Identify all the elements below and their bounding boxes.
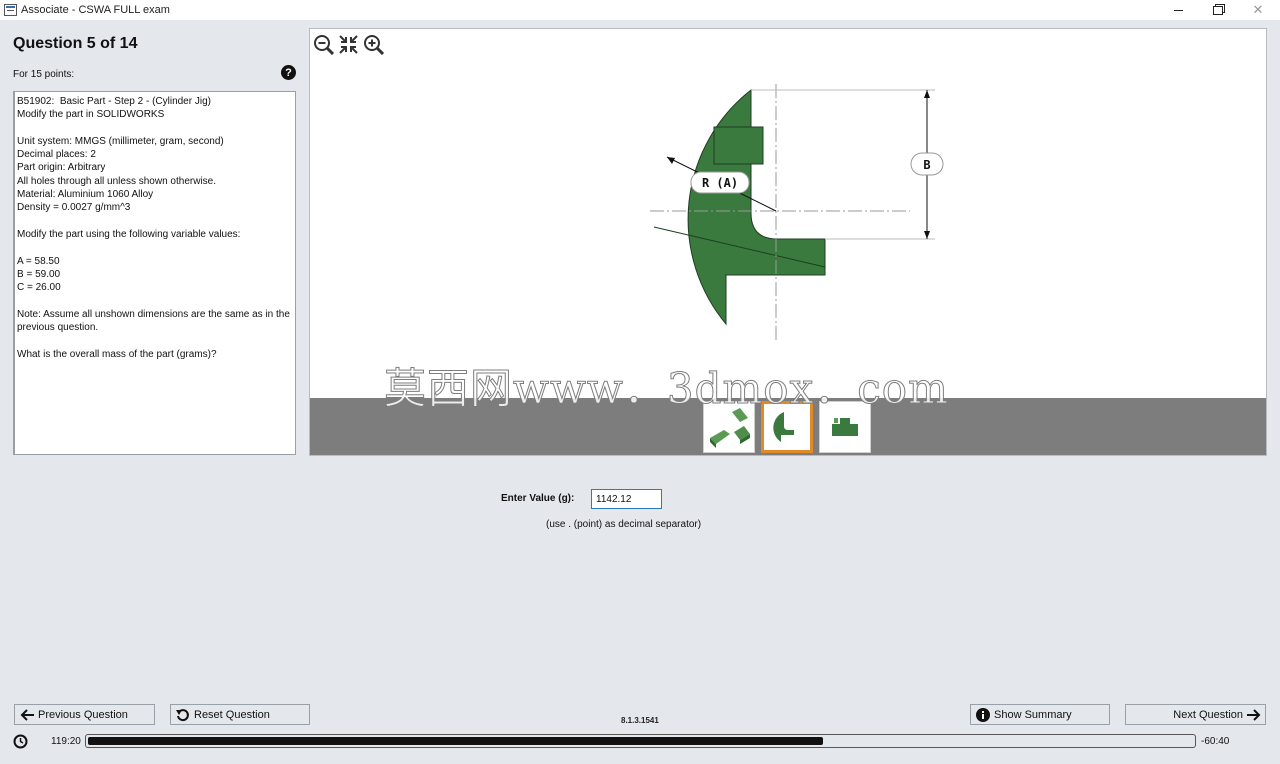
value-label: Enter Value (g):: [501, 493, 575, 504]
info-icon: [975, 707, 991, 723]
part-slot: [713, 126, 764, 165]
reset-question-label: Reset Question: [194, 708, 270, 721]
arrow-right-icon: [1246, 707, 1262, 723]
window-title: Associate - CSWA FULL exam: [21, 4, 170, 16]
part-drawing: R (A) B: [650, 84, 944, 341]
minimize-button[interactable]: [1158, 0, 1198, 20]
close-button[interactable]: ✕: [1238, 0, 1278, 20]
arrow-left-icon: [19, 707, 35, 723]
next-question-label: Next Question: [1173, 708, 1243, 721]
help-icon[interactable]: ?: [281, 65, 296, 80]
decimal-hint: (use . (point) as decimal separator): [546, 519, 702, 530]
question-points: For 15 points:: [13, 69, 75, 80]
fit-to-screen-icon[interactable]: [338, 34, 359, 55]
time-remaining: 119:20: [51, 736, 81, 747]
version-text: 8.1.3.1541: [621, 716, 659, 725]
previous-question-button[interactable]: Previous Question: [14, 704, 155, 725]
app-icon: [4, 4, 17, 16]
time-progress-bar: [85, 734, 1196, 748]
watermark-text: 莫西网www．3dmox．com: [384, 364, 949, 414]
reset-question-button[interactable]: Reset Question: [170, 704, 310, 725]
b-label: B: [923, 158, 930, 172]
zoom-out-icon[interactable]: [313, 34, 334, 55]
radius-label: R (A): [702, 176, 738, 190]
zoom-in-icon[interactable]: [363, 34, 384, 55]
time-overrun: -60:40: [1201, 736, 1230, 747]
clock-icon: [13, 734, 28, 749]
restore-button[interactable]: [1198, 0, 1238, 20]
next-question-button[interactable]: Next Question: [1125, 704, 1266, 725]
part-profile: [687, 88, 826, 326]
question-title: Question 5 of 14: [13, 35, 138, 52]
show-summary-button[interactable]: Show Summary: [970, 704, 1110, 725]
b-arrow-bottom: [924, 231, 930, 239]
reset-icon: [175, 707, 191, 723]
previous-question-label: Previous Question: [38, 708, 128, 721]
window-titlebar: Associate - CSWA FULL exam: [0, 0, 1280, 20]
question-text[interactable]: B51902: Basic Part - Step 2 - (Cylinder …: [13, 91, 296, 455]
time-progress-fill: [88, 737, 823, 745]
show-summary-label: Show Summary: [994, 708, 1072, 721]
b-arrow-top: [924, 90, 930, 98]
value-input[interactable]: [591, 489, 662, 509]
